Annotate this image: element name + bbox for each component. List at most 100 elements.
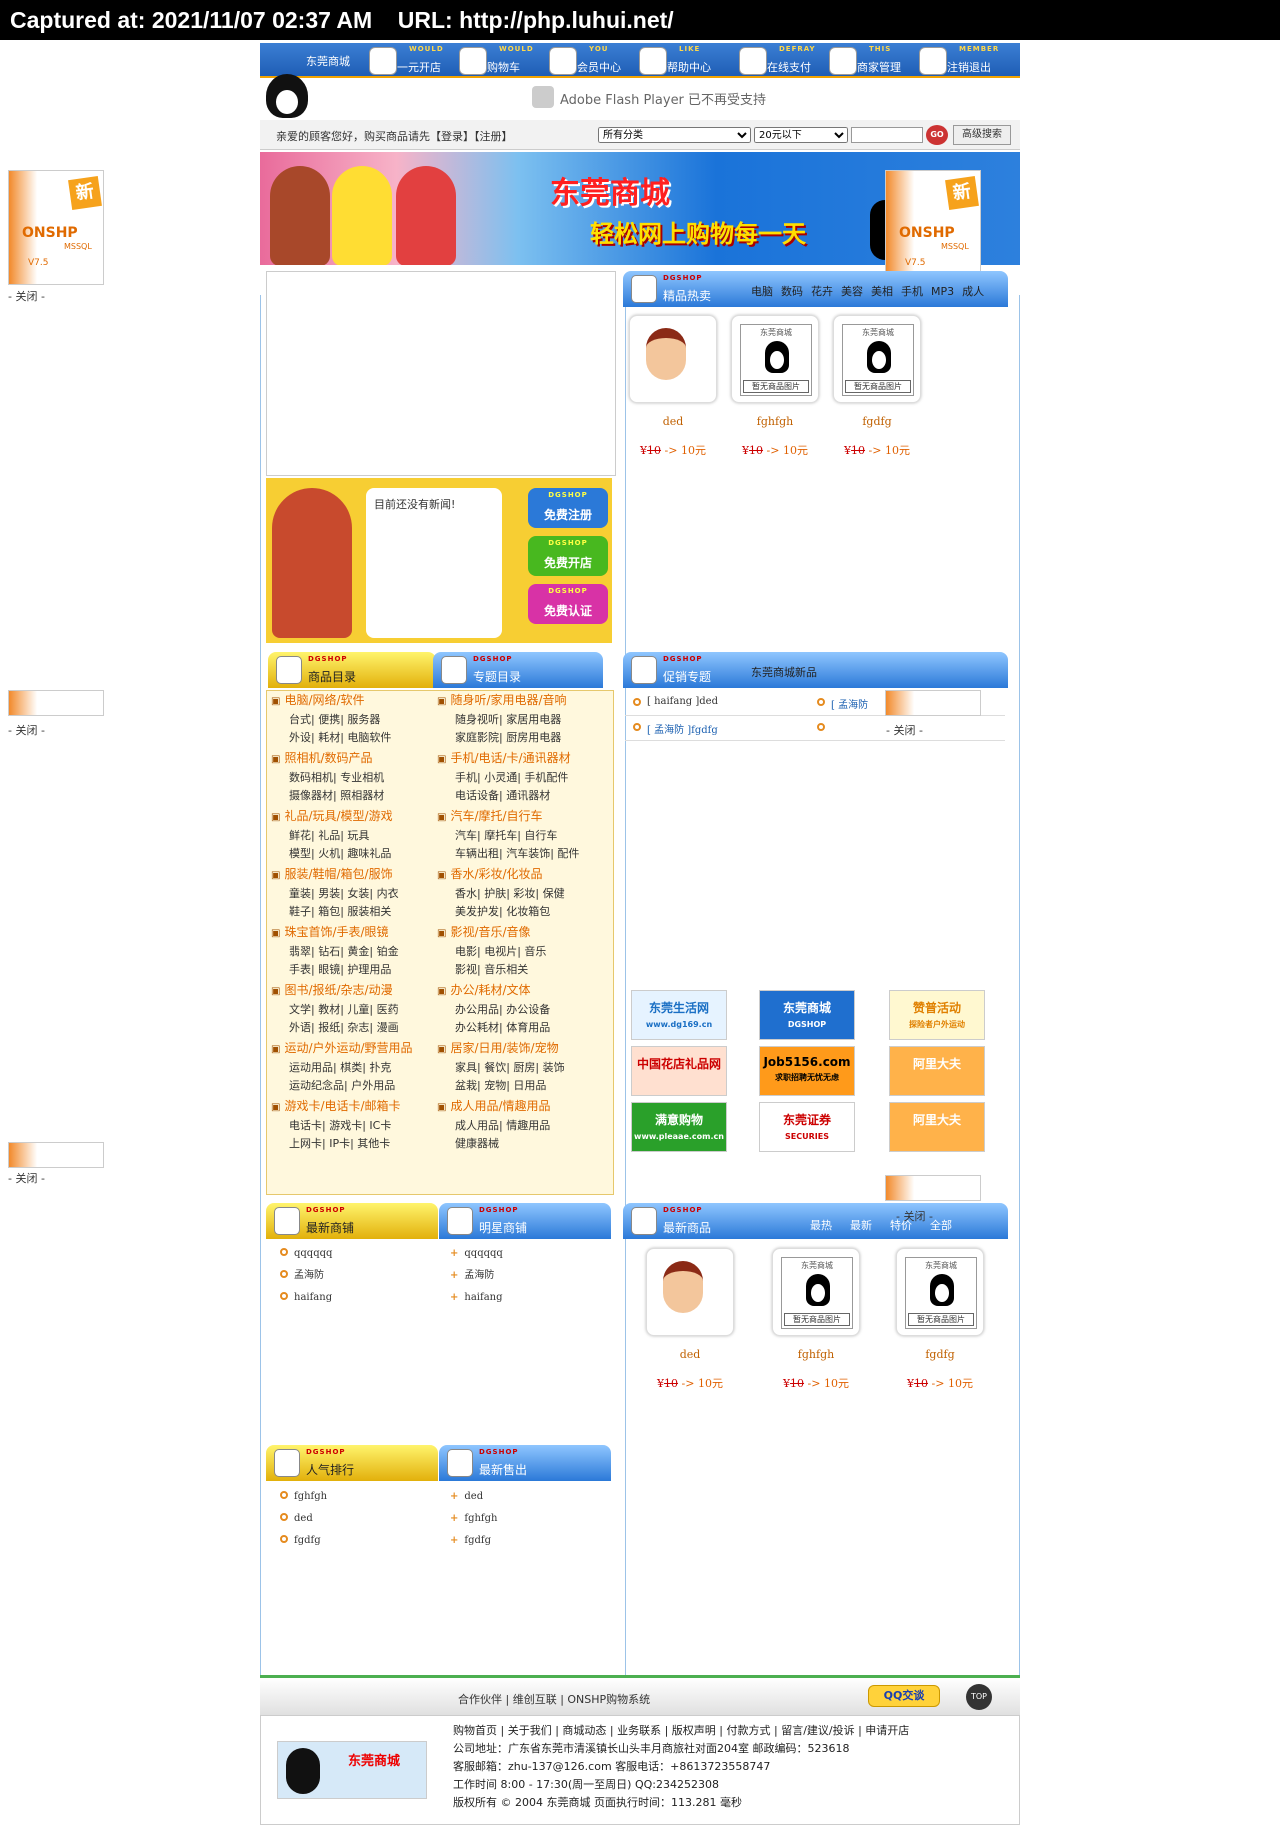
cat-links[interactable]: 办公用品| 办公设备 — [455, 1001, 550, 1019]
cat-auto[interactable]: 汽车/摩托/自行车 — [437, 807, 542, 824]
cat-links[interactable]: 上网卡| IP卡| 其他卡 — [289, 1135, 390, 1153]
list-item[interactable]: fghfgh — [280, 1486, 327, 1508]
cat-links[interactable]: 数码相机| 专业相机 — [289, 769, 384, 787]
floating-ad-right-slice[interactable] — [885, 1175, 981, 1201]
link-alidaifu-2[interactable]: 阿里大夫 — [889, 1102, 985, 1152]
cat-links[interactable]: 家庭影院| 厨房用电器 — [455, 729, 561, 747]
cat-appliances[interactable]: 随身听/家用电器/音响 — [437, 691, 566, 708]
list-item[interactable]: 孟海防 — [280, 1265, 332, 1287]
cat-links[interactable]: 汽车| 摩托车| 自行车 — [455, 827, 557, 845]
cat-links[interactable]: 手机| 小灵通| 手机配件 — [455, 769, 568, 787]
floating-ad-right[interactable]: 新 ONSHP MSSQL V7.5 — [885, 170, 981, 285]
cat-adult[interactable]: 成人用品/情趣用品 — [437, 1097, 550, 1114]
cat-links[interactable]: 办公耗材| 体育用品 — [455, 1019, 550, 1037]
ad-close-button[interactable]: - 关闭 - — [886, 722, 923, 738]
link-dg169[interactable]: 东莞生活网 www.dg169.cn — [631, 990, 727, 1040]
cat-cameras[interactable]: 照相机/数码产品 — [271, 749, 372, 766]
cat-media[interactable]: 影视/音乐/音像 — [437, 923, 530, 940]
open-shop-button[interactable]: DGSHOP 免费开店 — [528, 536, 608, 576]
floating-ad-left[interactable]: 新 ONSHP MSSQL V7.5 — [8, 170, 104, 285]
cat-links[interactable]: 鞋子| 箱包| 服装相关 — [289, 903, 391, 921]
list-item[interactable]: haifang — [280, 1287, 332, 1309]
cat-links[interactable]: 台式| 便携| 服务器 — [289, 711, 380, 729]
list-item[interactable]: qqqqqq — [280, 1243, 332, 1265]
cat-links[interactable]: 模型| 火机| 趣味礼品 — [289, 845, 391, 863]
category-select[interactable]: 所有分类 — [598, 127, 751, 143]
cat-cards[interactable]: 游戏卡/电话卡/邮箱卡 — [271, 1097, 400, 1114]
floating-ad-left-slice[interactable] — [8, 690, 104, 716]
cat-links[interactable]: 运动纪念品| 户外用品 — [289, 1077, 395, 1095]
cat-computers[interactable]: 电脑/网络/软件 — [271, 691, 364, 708]
cat-links[interactable]: 文学| 教材| 儿童| 医药 — [289, 1001, 399, 1019]
cat-phones[interactable]: 手机/电话/卡/通讯器材 — [437, 749, 570, 766]
cat-links[interactable]: 车辆出租| 汽车装饰| 配件 — [455, 845, 579, 863]
footer-links[interactable]: 购物首页 | 关于我们 | 商城动态 | 业务联系 | 版权声明 | 付款方式 … — [453, 1722, 909, 1738]
ad-close-button[interactable]: - 关闭 - — [8, 722, 45, 738]
cat-links[interactable]: 盆栽| 宠物| 日用品 — [455, 1077, 546, 1095]
cat-links[interactable]: 翡翠| 钻石| 黄金| 铂金 — [289, 943, 399, 961]
list-item[interactable]: + fgdfg — [450, 1530, 497, 1552]
cat-sports[interactable]: 运动/户外运动/野营用品 — [271, 1039, 412, 1056]
cat-jewelry[interactable]: 珠宝首饰/手表/眼镜 — [271, 923, 388, 940]
cat-links[interactable]: 健康器械 — [455, 1135, 499, 1153]
cat-links[interactable]: 摄像器材| 照相器材 — [289, 787, 384, 805]
link-pleaae[interactable]: 满意购物 www.pleaae.com.cn — [631, 1102, 727, 1152]
link-dgshop[interactable]: 东莞商城 DGSHOP — [759, 990, 855, 1040]
product-card[interactable]: ded ¥10 -> 10元 — [645, 1248, 735, 1391]
cat-links[interactable]: 家具| 餐饮| 厨房| 装饰 — [455, 1059, 565, 1077]
floating-ad-right-slice[interactable] — [885, 690, 981, 716]
welcome-text[interactable]: 亲爱的顾客您好，购买商品请先【登录】【注册】 — [276, 128, 513, 144]
search-input[interactable] — [851, 127, 923, 143]
nav-item-open-shop[interactable]: WOULD 一元开店 — [367, 43, 457, 78]
list-item[interactable]: + haifang — [450, 1287, 503, 1309]
link-dgzq[interactable]: 东莞证券 SECURIES — [759, 1102, 855, 1152]
qq-chat-button[interactable]: QQ交谈 — [868, 1685, 940, 1707]
link-flower[interactable]: 中国花店礼品网 — [631, 1046, 727, 1096]
link-job5156[interactable]: Job5156.com 求职招聘无忧无虑 — [759, 1046, 855, 1096]
list-item[interactable]: + fghfgh — [450, 1508, 497, 1530]
cat-links[interactable]: 电话卡| 游戏卡| IC卡 — [289, 1117, 391, 1135]
cat-links[interactable]: 鲜花| 礼品| 玩具 — [289, 827, 369, 845]
cat-links[interactable]: 运动用品| 棋类| 扑克 — [289, 1059, 391, 1077]
list-item[interactable]: + ded — [450, 1486, 497, 1508]
cat-links[interactable]: 成人用品| 情趣用品 — [455, 1117, 550, 1135]
certify-button[interactable]: DGSHOP 免费认证 — [528, 584, 608, 624]
cat-cosmetics[interactable]: 香水/彩妆/化妆品 — [437, 865, 542, 882]
cat-office[interactable]: 办公/耗材/文体 — [437, 981, 530, 998]
list-item[interactable]: fgdfg — [280, 1530, 327, 1552]
floating-ad-left-slice[interactable] — [8, 1142, 104, 1168]
cat-links[interactable]: 电话设备| 通讯器材 — [455, 787, 550, 805]
cat-links[interactable]: 影视| 音乐相关 — [455, 961, 528, 979]
cat-books[interactable]: 图书/报纸/杂志/动漫 — [271, 981, 392, 998]
price-select[interactable]: 20元以下 — [754, 127, 848, 143]
link-zanpu[interactable]: 赞普活动 探险者户外运动 — [889, 990, 985, 1040]
product-card[interactable]: ded ¥10 -> 10元 — [628, 315, 718, 458]
promo-row[interactable]: [ 孟海防 ]fgdfg — [625, 717, 1005, 741]
brand-link[interactable]: 东莞商城 — [300, 43, 372, 78]
go-button[interactable]: GO — [926, 125, 948, 145]
product-card[interactable]: 东莞商城 暂无商品图片 fghfgh ¥10 -> 10元 — [730, 315, 820, 458]
link-alidaifu[interactable]: 阿里大夫 — [889, 1046, 985, 1096]
product-card[interactable]: 东莞商城 暂无商品图片 fgdfg ¥10 -> 10元 — [832, 315, 922, 458]
nav-item-member[interactable]: YOU 会员中心 — [547, 43, 637, 78]
cat-links[interactable]: 电影| 电视片| 音乐 — [455, 943, 546, 961]
cat-links[interactable]: 手表| 眼镜| 护理用品 — [289, 961, 391, 979]
hot-tabs[interactable]: 电脑 数码 花卉 美容 美相 手机 MP3 成人 — [751, 283, 992, 299]
partner-links-text[interactable]: 合作伙伴 | 维创互联 | ONSHP购物系统 — [458, 1691, 650, 1707]
list-item[interactable]: + qqqqqq — [450, 1243, 503, 1265]
advanced-search-button[interactable]: 高级搜索 — [953, 125, 1011, 145]
nav-item-pay[interactable]: DEFRAY 在线支付 — [737, 43, 827, 78]
ad-close-button[interactable]: - 关闭 - — [896, 1208, 933, 1224]
nav-item-cart[interactable]: WOULD 购物车 — [457, 43, 547, 78]
back-to-top-button[interactable]: TOP — [966, 1684, 992, 1710]
nav-item-logout[interactable]: MEMBER 注销退出 — [917, 43, 1017, 78]
list-item[interactable]: + 孟海防 — [450, 1265, 503, 1287]
cat-links[interactable]: 外设| 耗材| 电脑软件 — [289, 729, 391, 747]
cat-apparel[interactable]: 服装/鞋帽/箱包/服饰 — [271, 865, 392, 882]
product-card[interactable]: 东莞商城 暂无商品图片 fgdfg ¥10 -> 10元 — [895, 1248, 985, 1391]
cat-links[interactable]: 随身视听| 家居用电器 — [455, 711, 561, 729]
cat-gifts[interactable]: 礼品/玩具/模型/游戏 — [271, 807, 392, 824]
cat-links[interactable]: 美发护发| 化妆箱包 — [455, 903, 550, 921]
nav-item-merchant[interactable]: THIS 商家管理 — [827, 43, 917, 78]
nav-item-help[interactable]: LIKE 帮助中心 — [637, 43, 727, 78]
